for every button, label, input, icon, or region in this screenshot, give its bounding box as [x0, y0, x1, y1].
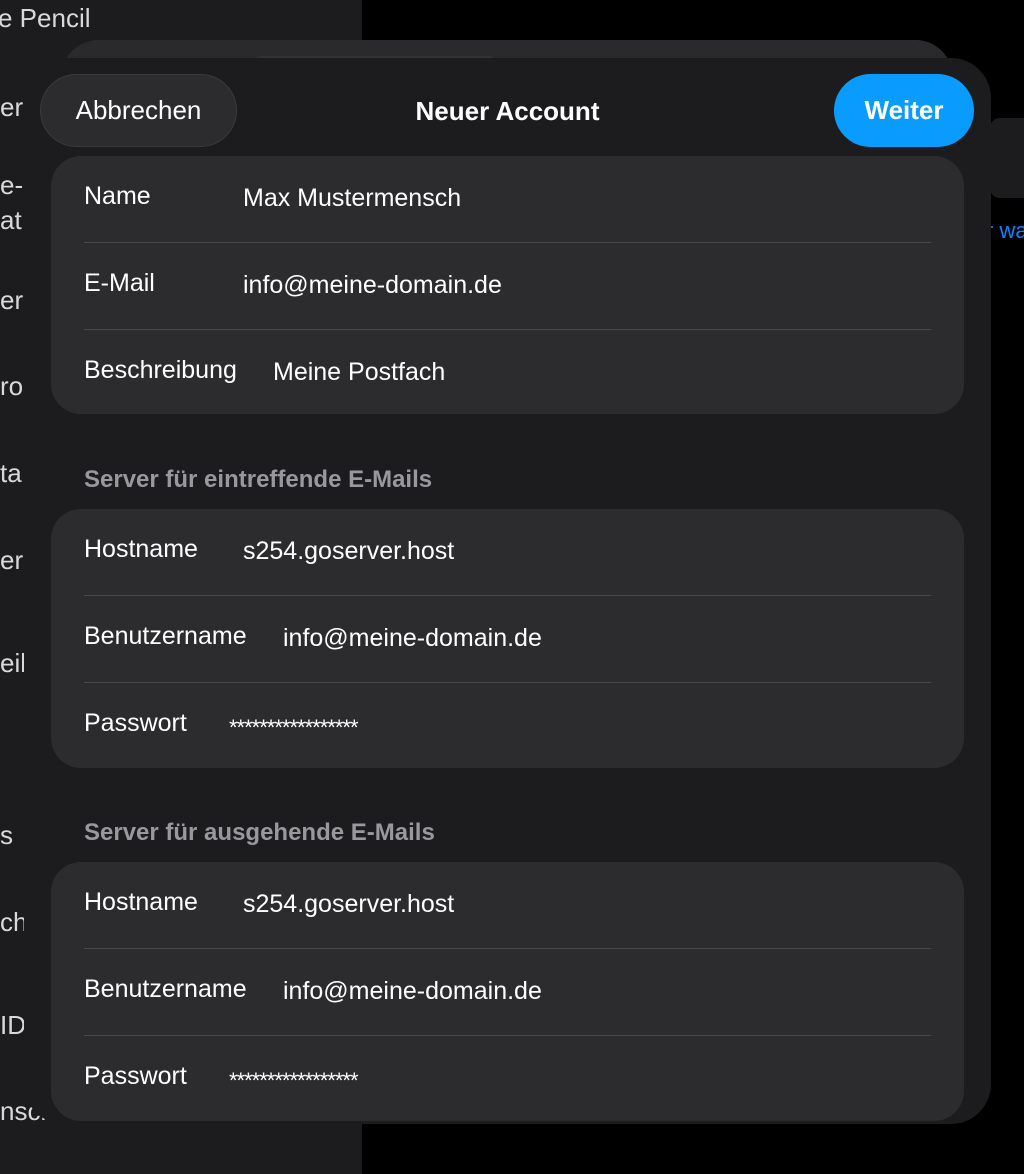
outgoing-server-header: Server für ausgehende E-Mails: [84, 819, 435, 846]
outgoing-username-row[interactable]: Benutzername info@meine-domain.de: [84, 949, 931, 1036]
hostname-label: Hostname: [84, 535, 198, 563]
outgoing-server-group: Hostname s254.goserver.host Benutzername…: [51, 862, 964, 1121]
outgoing-password-row[interactable]: Passwort *****************: [84, 1036, 931, 1123]
sidebar-item[interactable]: ta: [0, 458, 22, 488]
outgoing-password-field[interactable]: *****************: [229, 1068, 359, 1094]
name-field[interactable]: Max Mustermensch: [243, 184, 461, 213]
incoming-hostname-field[interactable]: s254.goserver.host: [243, 537, 454, 566]
outgoing-hostname-field[interactable]: s254.goserver.host: [243, 890, 454, 919]
name-label: Name: [84, 182, 151, 210]
sidebar-item[interactable]: at: [0, 205, 22, 235]
email-label: E-Mail: [84, 269, 155, 297]
email-row[interactable]: E-Mail info@meine-domain.de: [84, 243, 931, 330]
next-button[interactable]: Weiter: [834, 74, 974, 147]
sidebar-item[interactable]: er: [0, 545, 23, 575]
sidebar-item[interactable]: ro: [0, 371, 23, 401]
hostname-label: Hostname: [84, 888, 198, 916]
sidebar-item[interactable]: s: [0, 820, 13, 850]
account-info-group: Name Max Mustermensch E-Mail info@meine-…: [51, 156, 964, 414]
incoming-username-row[interactable]: Benutzername info@meine-domain.de: [84, 596, 931, 683]
username-label: Benutzername: [84, 975, 247, 1003]
outgoing-username-field[interactable]: info@meine-domain.de: [283, 977, 542, 1006]
name-row[interactable]: Name Max Mustermensch: [84, 156, 931, 243]
password-label: Passwort: [84, 1062, 187, 1090]
outgoing-hostname-row[interactable]: Hostname s254.goserver.host: [84, 862, 931, 949]
email-field[interactable]: info@meine-domain.de: [243, 271, 502, 300]
description-field[interactable]: Meine Postfach: [273, 358, 445, 387]
sidebar-item-pencil[interactable]: e Pencil: [0, 3, 91, 33]
description-row[interactable]: Beschreibung Meine Postfach: [84, 330, 931, 417]
detail-link[interactable]: r wa: [986, 218, 1024, 244]
sidebar-item[interactable]: e-: [0, 170, 23, 200]
incoming-username-field[interactable]: info@meine-domain.de: [283, 624, 542, 653]
username-label: Benutzername: [84, 622, 247, 650]
detail-card: [990, 118, 1024, 198]
sidebar-item[interactable]: ID: [0, 1010, 26, 1040]
password-label: Passwort: [84, 709, 187, 737]
incoming-server-header: Server für eintreffende E-Mails: [84, 466, 433, 493]
incoming-server-group: Hostname s254.goserver.host Benutzername…: [51, 509, 964, 768]
incoming-password-field[interactable]: *****************: [229, 715, 359, 741]
new-account-sheet: Abbrechen Neuer Account Weiter Name Max …: [24, 58, 991, 1124]
incoming-password-row[interactable]: Passwort *****************: [84, 683, 931, 770]
description-label: Beschreibung: [84, 356, 237, 384]
incoming-hostname-row[interactable]: Hostname s254.goserver.host: [84, 509, 931, 596]
